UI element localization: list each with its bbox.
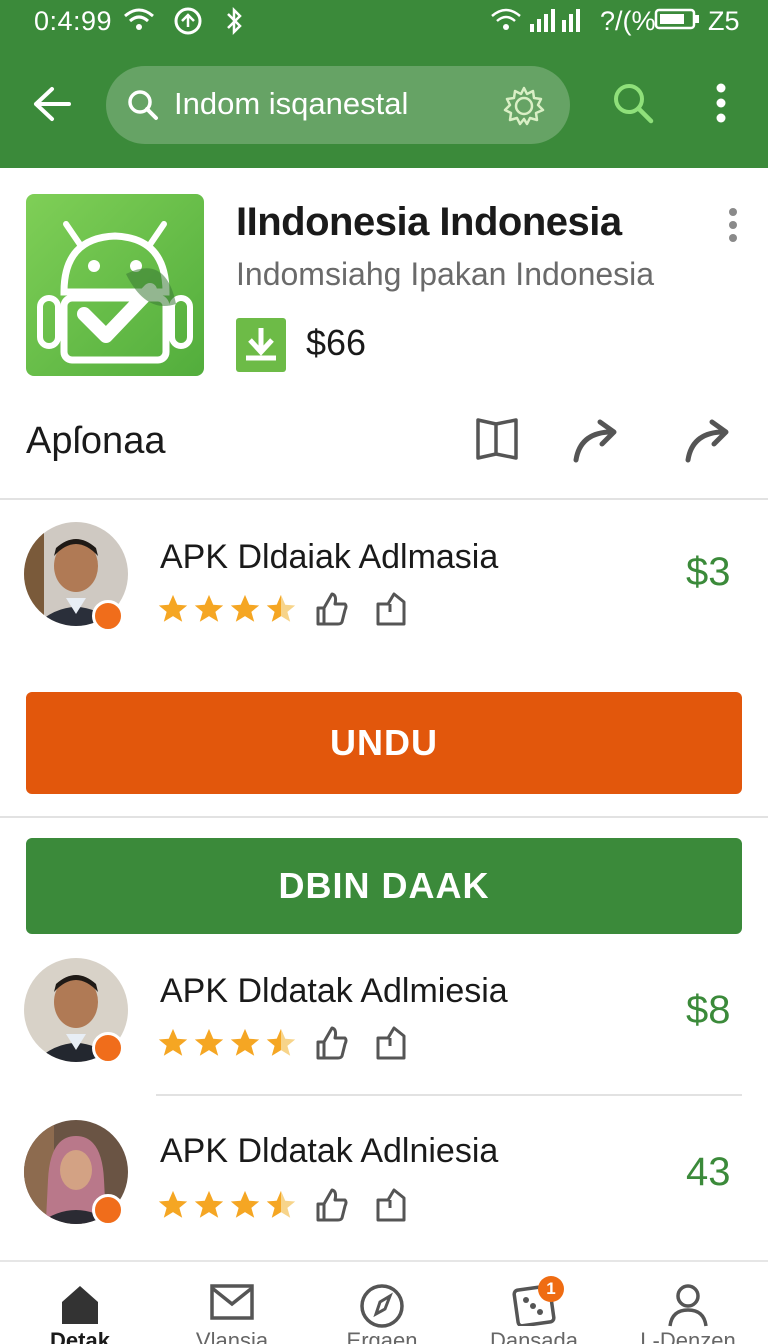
share-arrow-icon [573,419,617,463]
thumb-up-icon [316,1026,348,1060]
list-item-title: APK Dldatak Adlniesia [160,1132,499,1170]
star-icon [230,1028,260,1056]
share-icon [376,1188,406,1222]
bookmark-icon [476,418,518,460]
search-icon [614,84,654,124]
more-vert-icon [729,208,737,242]
share-button[interactable] [372,1186,410,1229]
divider [0,816,768,818]
android-robot-icon [37,221,193,364]
half-star-icon [266,594,296,622]
wifi-icon [122,6,156,41]
compass-icon [360,1284,404,1328]
secondary-action-button[interactable]: DBIN DAAK [26,838,742,934]
nav-item-profile[interactable]: L-Denzen [612,1262,764,1344]
share-button[interactable] [372,590,410,633]
list-item-price: $8 [686,988,731,1032]
nav-item-home[interactable]: Detak [4,1262,156,1344]
list-item-title: APK Dldatak Adlmiesia [160,972,508,1010]
share-icon [376,1026,406,1060]
nav-item-explore[interactable]: Ergaen [306,1262,458,1344]
nav-item-games[interactable]: 1 Dansada [458,1262,610,1344]
app-subtitle: Indomsiahg Ipakan Indonesia [236,256,655,292]
rating-stars [156,592,298,626]
nav-label: Vlansia [195,1328,269,1344]
thumb-up-icon [316,1188,348,1222]
nav-label: Dansada [489,1328,579,1344]
settings-gear-icon[interactable] [500,82,548,135]
status-bar: 0:4:99 ?/(% Z5 [0,0,768,44]
list-item[interactable]: APK Dldatak Adlniesia 43 [0,1120,768,1240]
download-button-label: UNDU [330,722,438,763]
download-badge-icon [236,318,286,372]
share-button[interactable] [570,414,622,471]
more-vert-icon [716,83,726,123]
forward-button[interactable] [682,414,734,471]
app-icon [26,194,204,376]
wifi-signal-icon [490,6,522,41]
list-item-title: APK Dldaiak Adlmasia [160,538,499,576]
mail-icon [210,1284,254,1320]
search-icon [126,88,160,127]
cell-signal-icon [528,6,588,41]
signal-text: ?/(% [600,6,656,36]
avatar-badge-icon [92,1032,124,1064]
battery-icon [654,6,700,39]
star-icon [158,1190,188,1218]
bookmark-button[interactable] [474,414,520,469]
home-icon [62,1286,98,1324]
bottom-navigation: Detak Vlansia Ergaen 1 Dansada L-Denzen [0,1260,768,1344]
search-bar[interactable]: Indom isqanestal [106,66,570,144]
nav-label: L-Denzen [640,1328,736,1344]
list-item[interactable]: APK Dldaiak Adlmasia $3 [0,522,768,642]
rating-stars [156,1188,298,1222]
avatar-badge-icon [92,1194,124,1226]
like-button[interactable] [312,1024,350,1067]
overflow-menu-button[interactable] [706,80,736,131]
rating-stars [156,1026,298,1060]
list-item[interactable]: APK Dldatak Adlmiesia $8 [0,958,768,1078]
status-time: 0:4:99 [34,6,113,36]
star-icon [158,594,188,622]
download-button[interactable]: UNDU [26,692,742,794]
app-more-button[interactable] [718,206,748,251]
share-icon [376,592,406,626]
star-icon [230,1190,260,1218]
star-icon [230,594,260,622]
battery-text: Z5 [708,6,740,36]
like-button[interactable] [312,590,350,633]
divider [156,1094,742,1096]
star-icon [158,1028,188,1056]
star-icon [194,1190,224,1218]
app-bar: 0:4:99 ?/(% Z5 Indom isqanestal [0,0,768,168]
half-star-icon [266,1028,296,1056]
half-star-icon [266,1190,296,1218]
forward-arrow-icon [685,419,729,463]
section-title: Apſonaa [26,420,166,462]
nav-item-mail[interactable]: Vlansia [156,1262,308,1344]
like-button[interactable] [312,1186,350,1229]
star-icon [194,594,224,622]
bluetooth-icon [222,6,246,43]
notification-badge: 1 [538,1276,564,1302]
secondary-button-label: DBIN DAAK [278,865,490,906]
sync-icon [172,6,204,43]
divider [0,498,768,500]
list-item-price: 43 [686,1150,731,1194]
share-button[interactable] [372,1024,410,1067]
app-title: IIndonesia Indonesia [236,200,622,244]
back-button[interactable] [26,78,78,130]
list-item-price: $3 [686,550,731,594]
nav-label: Detak [50,1328,110,1344]
avatar-badge-icon [92,600,124,632]
search-input[interactable]: Indom isqanestal [174,86,408,122]
app-price: $66 [306,322,367,363]
thumb-up-icon [316,592,348,626]
person-icon [668,1284,708,1327]
toolbar-search-button[interactable] [608,78,658,133]
back-arrow-icon [34,87,71,121]
nav-label: Ergaen [346,1328,418,1344]
star-icon [194,1028,224,1056]
